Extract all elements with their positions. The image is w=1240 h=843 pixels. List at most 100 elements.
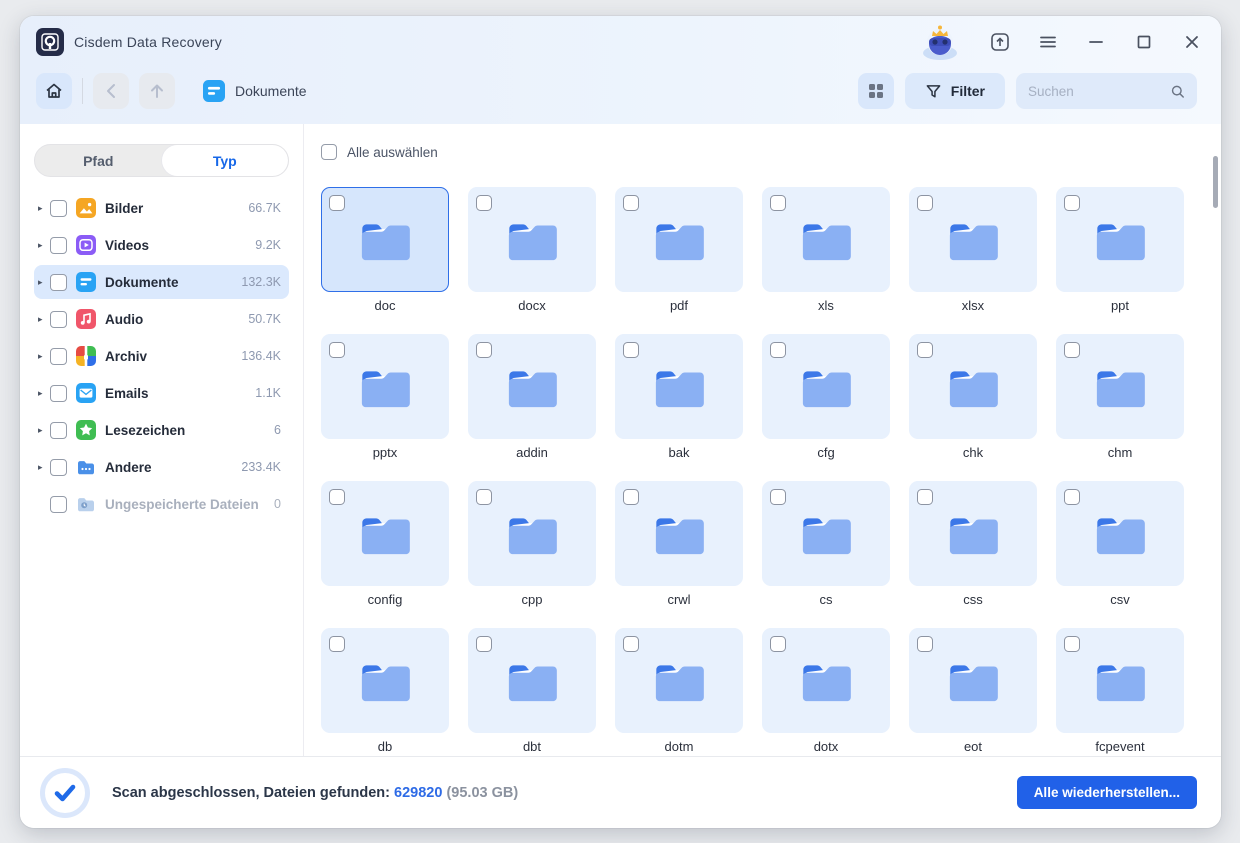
checkbox[interactable] bbox=[50, 458, 67, 476]
expand-arrow-icon[interactable]: ▸ bbox=[38, 277, 50, 288]
folder-tile[interactable] bbox=[909, 481, 1037, 586]
folder-tile[interactable] bbox=[615, 628, 743, 733]
sidebar-item-andere[interactable]: ▸ Andere 233.4K bbox=[34, 450, 289, 484]
expand-arrow-icon[interactable]: ▸ bbox=[38, 425, 50, 436]
sidebar-item-archiv[interactable]: ▸ Archiv 136.4K bbox=[34, 339, 289, 373]
tab-pfad[interactable]: Pfad bbox=[35, 145, 162, 176]
sidebar-item-videos[interactable]: ▸ Videos 9.2K bbox=[34, 228, 289, 262]
sidebar-item-emails[interactable]: ▸ Emails 1.1K bbox=[34, 376, 289, 410]
expand-arrow-icon[interactable]: ▸ bbox=[38, 314, 50, 325]
checkbox[interactable] bbox=[917, 195, 933, 211]
folder-tile[interactable] bbox=[321, 334, 449, 439]
search-box[interactable] bbox=[1016, 73, 1197, 109]
maximize-icon[interactable] bbox=[1133, 31, 1155, 53]
expand-arrow-icon[interactable]: ▸ bbox=[38, 351, 50, 362]
sidebar-item-lesezeichen[interactable]: ▸ Lesezeichen 6 bbox=[34, 413, 289, 447]
select-all-checkbox[interactable] bbox=[321, 144, 337, 160]
checkbox[interactable] bbox=[1064, 636, 1080, 652]
vertical-scrollbar[interactable] bbox=[1213, 156, 1218, 208]
sidebar-item-bilder[interactable]: ▸ Bilder 66.7K bbox=[34, 191, 289, 225]
folder-icon bbox=[949, 223, 998, 260]
folder-tile[interactable] bbox=[1056, 187, 1184, 292]
checkbox[interactable] bbox=[770, 195, 786, 211]
checkbox[interactable] bbox=[50, 310, 67, 328]
folder-tile[interactable] bbox=[1056, 334, 1184, 439]
checkbox[interactable] bbox=[50, 495, 67, 513]
checkbox[interactable] bbox=[50, 236, 67, 254]
checkbox[interactable] bbox=[329, 489, 345, 505]
checkbox[interactable] bbox=[50, 273, 67, 291]
checkbox[interactable] bbox=[917, 342, 933, 358]
checkbox[interactable] bbox=[329, 195, 345, 211]
folder-label: fcpevent bbox=[1095, 739, 1145, 754]
checkbox[interactable] bbox=[623, 636, 639, 652]
checkbox[interactable] bbox=[623, 489, 639, 505]
checkbox[interactable] bbox=[1064, 342, 1080, 358]
checkbox[interactable] bbox=[623, 342, 639, 358]
checkbox[interactable] bbox=[917, 489, 933, 505]
folder-tile[interactable] bbox=[909, 334, 1037, 439]
folder-icon bbox=[361, 517, 410, 554]
expand-arrow-icon[interactable]: ▸ bbox=[38, 462, 50, 473]
checkbox[interactable] bbox=[50, 421, 67, 439]
folder-tile[interactable] bbox=[1056, 628, 1184, 733]
folder-tile[interactable] bbox=[762, 628, 890, 733]
folder-tile[interactable] bbox=[615, 481, 743, 586]
minimize-icon[interactable] bbox=[1085, 31, 1107, 53]
checkbox[interactable] bbox=[50, 384, 67, 402]
select-all-row: Alle auswählen bbox=[321, 144, 1221, 160]
folder-tile[interactable] bbox=[909, 628, 1037, 733]
home-button[interactable] bbox=[36, 73, 72, 109]
sidebar-item-audio[interactable]: ▸ Audio 50.7K bbox=[34, 302, 289, 336]
checkbox[interactable] bbox=[476, 636, 492, 652]
folder-tile[interactable] bbox=[762, 334, 890, 439]
checkbox[interactable] bbox=[1064, 489, 1080, 505]
checkbox[interactable] bbox=[917, 636, 933, 652]
expand-arrow-icon[interactable]: ▸ bbox=[38, 203, 50, 214]
folder-icon bbox=[1096, 223, 1145, 260]
checkbox[interactable] bbox=[623, 195, 639, 211]
checkbox[interactable] bbox=[770, 489, 786, 505]
folder-tile[interactable] bbox=[615, 334, 743, 439]
back-button[interactable] bbox=[93, 73, 129, 109]
checkbox[interactable] bbox=[1064, 195, 1080, 211]
tab-typ[interactable]: Typ bbox=[161, 145, 288, 176]
checkbox[interactable] bbox=[476, 342, 492, 358]
checkbox[interactable] bbox=[329, 342, 345, 358]
search-input[interactable] bbox=[1028, 83, 1170, 99]
folder-tile[interactable] bbox=[909, 187, 1037, 292]
checkbox[interactable] bbox=[329, 636, 345, 652]
mascot-icon[interactable] bbox=[917, 22, 963, 62]
folder-tile[interactable] bbox=[1056, 481, 1184, 586]
filter-button[interactable]: Filter bbox=[904, 73, 1005, 109]
folder-tile[interactable] bbox=[468, 187, 596, 292]
folder-tile[interactable] bbox=[468, 334, 596, 439]
checkbox[interactable] bbox=[770, 636, 786, 652]
folder-tile[interactable] bbox=[762, 187, 890, 292]
folder-tile[interactable] bbox=[321, 187, 449, 292]
up-button[interactable] bbox=[139, 73, 175, 109]
folder-tile[interactable] bbox=[321, 628, 449, 733]
folder-cell-bak: bak bbox=[615, 334, 743, 460]
folder-tile[interactable] bbox=[468, 481, 596, 586]
folder-tile[interactable] bbox=[468, 628, 596, 733]
folder-tile[interactable] bbox=[615, 187, 743, 292]
folder-icon bbox=[508, 664, 557, 701]
sidebar-item-ungespeicherte-dateien[interactable]: Ungespeicherte Dateien 0 bbox=[34, 487, 289, 521]
checkbox[interactable] bbox=[770, 342, 786, 358]
checkbox[interactable] bbox=[50, 199, 67, 217]
expand-arrow-icon[interactable]: ▸ bbox=[38, 240, 50, 251]
checkbox[interactable] bbox=[50, 347, 67, 365]
folder-tile[interactable] bbox=[762, 481, 890, 586]
upgrade-icon[interactable] bbox=[989, 31, 1011, 53]
grid-view-icon[interactable] bbox=[857, 73, 894, 109]
recover-all-button[interactable]: Alle wiederherstellen... bbox=[1016, 776, 1197, 809]
folder-tile[interactable] bbox=[321, 481, 449, 586]
checkbox[interactable] bbox=[476, 195, 492, 211]
close-icon[interactable] bbox=[1181, 31, 1203, 53]
expand-arrow-icon[interactable]: ▸ bbox=[38, 388, 50, 399]
folder-label: config bbox=[367, 592, 403, 607]
checkbox[interactable] bbox=[476, 489, 492, 505]
sidebar-item-dokumente[interactable]: ▸ Dokumente 132.3K bbox=[34, 265, 289, 299]
menu-icon[interactable] bbox=[1037, 31, 1059, 53]
